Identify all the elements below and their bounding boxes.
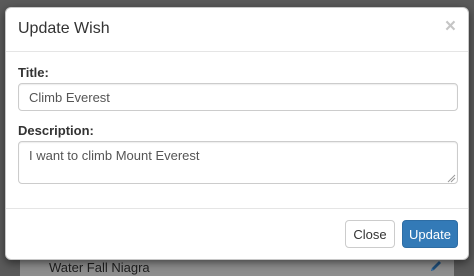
title-input[interactable]: [18, 83, 458, 111]
close-icon[interactable]: ×: [445, 17, 456, 36]
resize-grip-icon[interactable]: [446, 173, 456, 183]
modal-header: Update Wish ×: [6, 8, 468, 52]
description-label: Description:: [18, 123, 94, 138]
close-button[interactable]: Close: [345, 220, 395, 248]
update-wish-modal: Update Wish × Title: Description: I want…: [5, 7, 469, 260]
modal-body: Title: Description: I want to climb Moun…: [6, 52, 468, 209]
title-label: Title:: [18, 65, 49, 80]
modal-footer: Close Update: [6, 209, 468, 259]
background-row-text: Water Fall Niagra: [49, 260, 150, 275]
pencil-icon[interactable]: [429, 259, 443, 273]
update-button[interactable]: Update: [402, 220, 458, 248]
modal-title: Update Wish: [18, 20, 110, 37]
description-textarea[interactable]: I want to climb Mount Everest: [18, 141, 458, 184]
